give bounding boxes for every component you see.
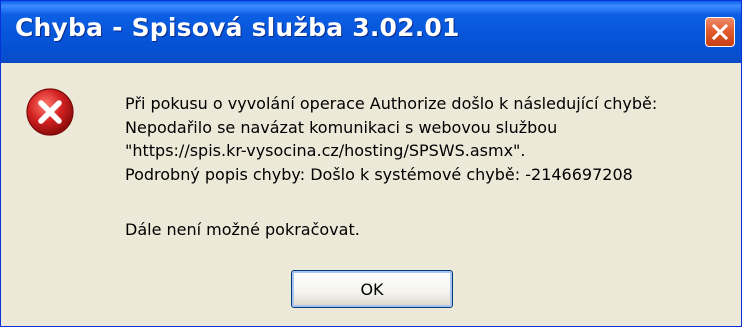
error-dialog: Chyba - Spisová služba 3.02.01 Při pokus… [0,0,742,327]
ok-button[interactable]: OK [291,270,453,308]
message-line: Podrobný popis chyby: Došlo k systémové … [125,165,633,184]
message-line: "https://spis.kr-vysocina.cz/hosting/SPS… [125,141,526,160]
message-line: Nepodařilo se navázat komunikaci s webov… [125,118,558,137]
close-icon [711,23,729,41]
close-button[interactable] [705,17,735,47]
message-line: Dále není možné pokračovat. [125,220,360,239]
message-line: Při pokusu o vyvolání operace Authorize … [125,94,658,113]
title-bar[interactable]: Chyba - Spisová služba 3.02.01 [1,1,741,63]
error-icon [26,88,74,136]
dialog-title: Chyba - Spisová služba 3.02.01 [15,13,460,42]
